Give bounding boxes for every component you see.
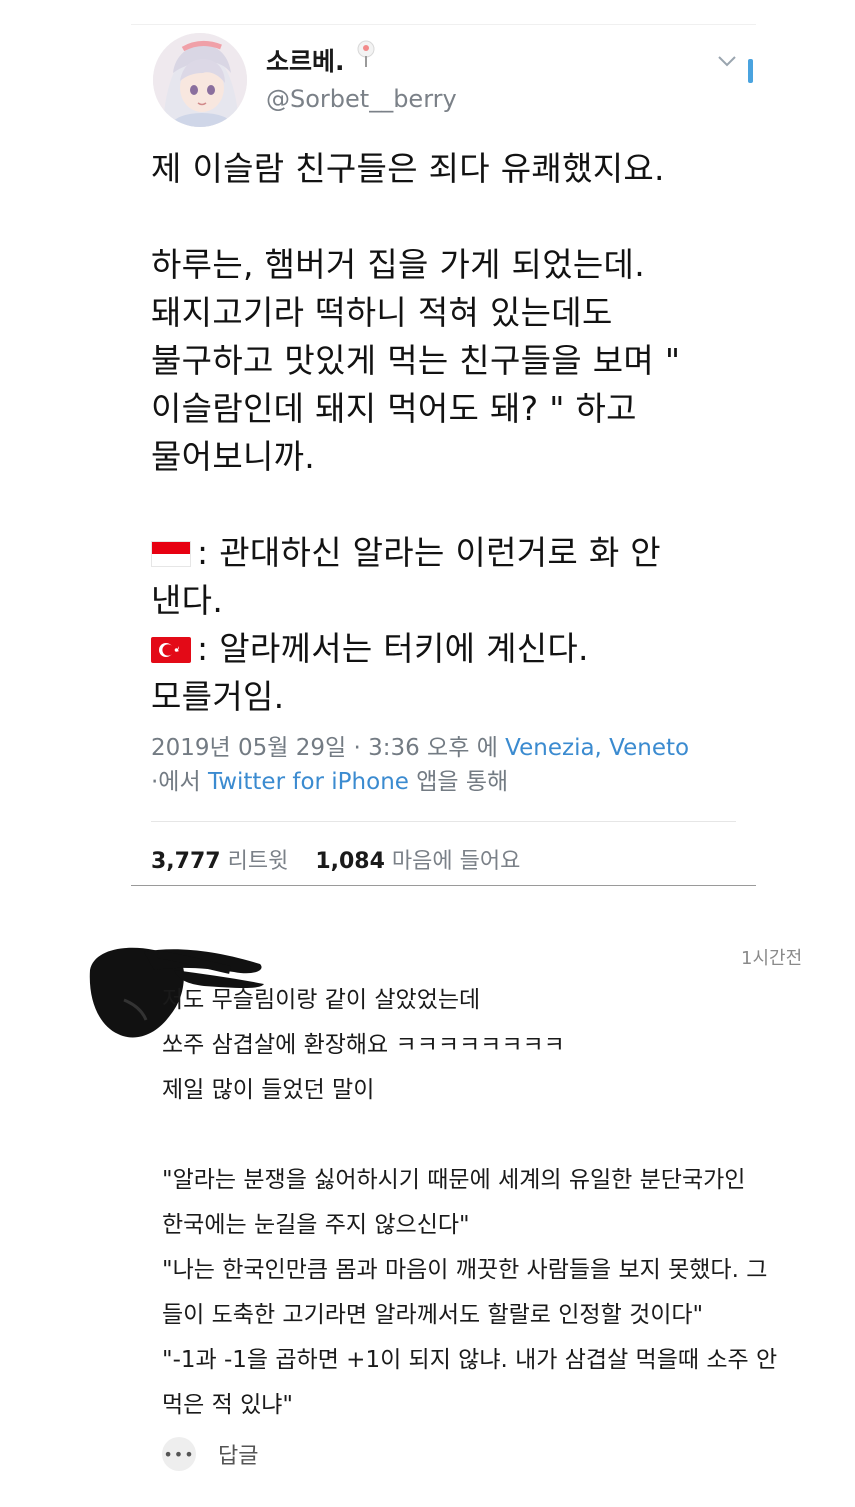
- tweet-stats: 3,777 리트윗 1,084 마음에 들어요: [151, 843, 520, 875]
- tweet-line-text: : 관대하신 알라는 이런거로 화 안: [197, 533, 661, 572]
- comment-line: "알라는 분쟁을 싫어하시기 때문에 세계의 유일한 분단국가인: [162, 1167, 746, 1193]
- tweet-line: 이슬람인데 돼지 먹어도 돼? " 하고: [151, 389, 637, 428]
- retweet-label[interactable]: 리트윗: [228, 849, 289, 874]
- tweet-text: 제 이슬람 친구들은 죄다 유쾌했지요. 하루는, 햄버거 집을 가게 되었는데…: [151, 145, 751, 721]
- turkey-flag-icon: [151, 637, 191, 663]
- tweet-line: 제 이슬람 친구들은 죄다 유쾌했지요.: [151, 149, 665, 188]
- comment-line: "나는 한국인만큼 몸과 마음이 깨끗한 사람들을 보지 못했다. 그: [162, 1257, 768, 1283]
- tweet-line: 불구하고 맛있게 먹는 친구들을 보며 ": [151, 341, 681, 380]
- tweet-line: : 알라께서는 터키에 계신다.: [151, 625, 751, 673]
- location-link[interactable]: Venezia, Veneto: [505, 735, 689, 761]
- user-handle[interactable]: @Sorbet__berry: [266, 85, 457, 113]
- tweet-line-text: : 알라께서는 터키에 계신다.: [197, 629, 589, 668]
- comment-actions: ••• 답글: [162, 1434, 258, 1474]
- tweet-date: 2019년 05월 29일 · 3:36 오후 에: [151, 735, 506, 761]
- comment-line: 제일 많이 들었던 말이: [162, 1077, 375, 1103]
- display-name[interactable]: 소르베.: [266, 42, 345, 78]
- tweet-line: : 관대하신 알라는 이런거로 화 안: [151, 529, 751, 577]
- comment-line: 저도 무슬림이랑 같이 살았었는데: [162, 987, 481, 1013]
- indonesia-flag-icon: [151, 541, 191, 567]
- comment-line: 한국에는 눈길을 주지 않으신다": [162, 1212, 470, 1238]
- chevron-down-icon[interactable]: [717, 49, 737, 73]
- tweet-line: 모를거임.: [151, 677, 285, 716]
- divider: [151, 821, 736, 822]
- comment-line: 쏘주 삼겹살에 환장해요 ㅋㅋㅋㅋㅋㅋㅋㅋ: [162, 1032, 565, 1058]
- like-count[interactable]: 1,084: [315, 849, 385, 874]
- via-suffix: 앱을 통해: [408, 769, 509, 795]
- comment-time: 1시간전: [741, 948, 803, 969]
- tweet-line: 하루는, 햄버거 집을 가게 되었는데.: [151, 245, 645, 284]
- client-link[interactable]: Twitter for iPhone: [208, 769, 409, 795]
- reply-button[interactable]: 답글: [218, 1438, 258, 1470]
- tweet-line: 물어보니까.: [151, 437, 316, 476]
- accent-bar: [748, 59, 753, 83]
- tweet-meta: 2019년 05월 29일 · 3:36 오후 에 Venezia, Venet…: [151, 731, 689, 799]
- tweet-card: 소르베. @Sorbet__berry 제 이슬람 친구들은 죄다 유쾌했지요.…: [131, 24, 756, 886]
- more-options-icon[interactable]: •••: [162, 1437, 196, 1471]
- comment-blank-line: [162, 1113, 812, 1158]
- via-prefix: ·에서: [151, 769, 208, 795]
- tweet-line: 돼지고기라 떡하니 적혀 있는데도: [151, 293, 613, 332]
- sorbet-emoji-icon: [357, 40, 375, 67]
- tweet-line: 낸다.: [151, 581, 224, 620]
- comment-line: "-1과 -1을 곱하면 +1이 되지 않냐. 내가 삼겹살 먹을때 소주 안: [162, 1347, 778, 1373]
- retweet-count[interactable]: 3,777: [151, 849, 221, 874]
- comment-text: 저도 무슬림이랑 같이 살았었는데 쏘주 삼겹살에 환장해요 ㅋㅋㅋㅋㅋㅋㅋㅋ …: [162, 978, 812, 1428]
- comment-line: 먹은 적 있냐": [162, 1392, 294, 1418]
- avatar[interactable]: [153, 33, 247, 127]
- comment-line: 들이 도축한 고기라면 알라께서도 할랄로 인정할 것이다": [162, 1302, 704, 1328]
- like-label[interactable]: 마음에 들어요: [392, 849, 520, 874]
